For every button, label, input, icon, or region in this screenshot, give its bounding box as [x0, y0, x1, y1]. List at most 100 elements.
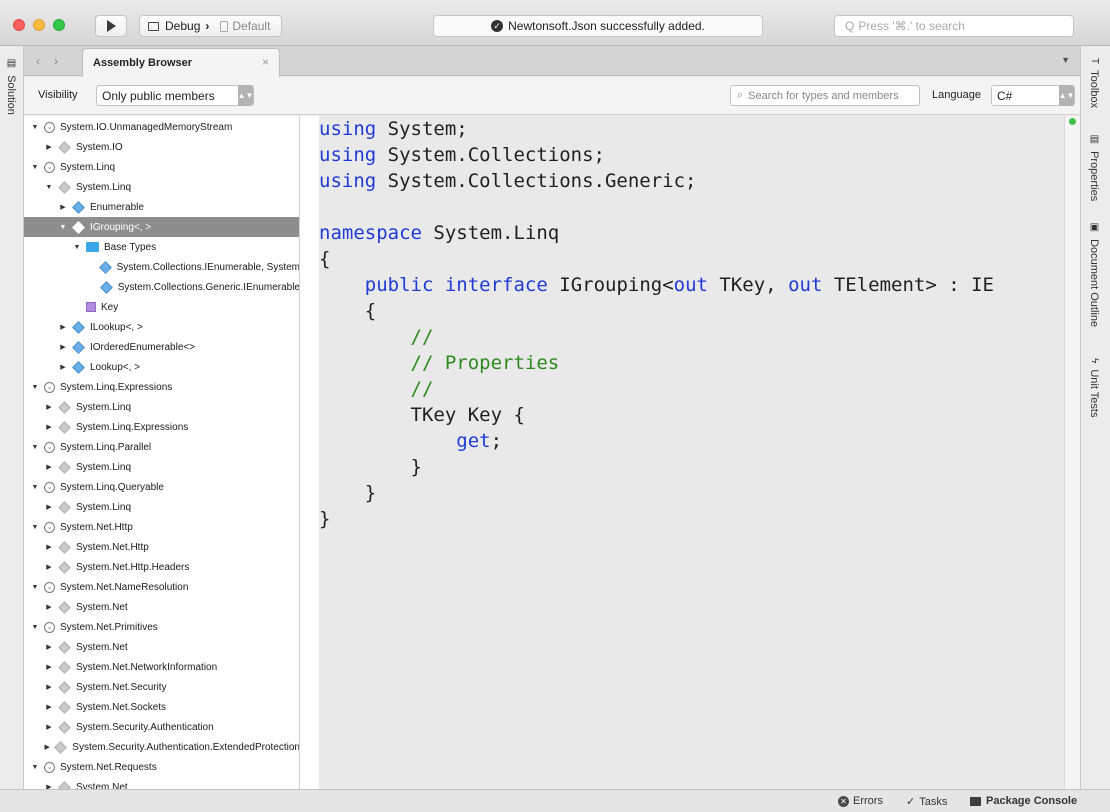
type-search-input[interactable]: ⌕ Search for types and members [730, 85, 920, 106]
document-outline-pad-tab[interactable]: ▣ Document Outline [1088, 222, 1100, 327]
collapse-arrow-icon[interactable]: ▶ [58, 203, 68, 211]
expand-arrow-icon[interactable]: ▼ [30, 524, 40, 531]
tree-item[interactable]: ▶ Enumerable [24, 197, 299, 217]
code-text: TKey, [707, 274, 789, 296]
language-value: C# [997, 88, 1013, 103]
global-search-field[interactable]: Q Press '⌘.' to search [834, 15, 1074, 37]
solution-pad-tab[interactable]: ▤ Solution [5, 58, 17, 115]
tree-item[interactable]: ▼ ⌄ System.IO.UnmanagedMemoryStream [24, 117, 299, 137]
tree-item[interactable]: ▶ System.Net.Http.Headers [24, 557, 299, 577]
properties-pad-tab[interactable]: ▤ Properties [1088, 134, 1100, 201]
toolbox-icon: T [1089, 58, 1100, 65]
tree-item[interactable]: ▼ ⌄ System.Net.Primitives [24, 617, 299, 637]
expand-arrow-icon[interactable]: ▼ [72, 244, 82, 251]
minimize-window-button[interactable] [33, 19, 45, 31]
expand-arrow-icon[interactable]: ▼ [30, 764, 40, 771]
expand-arrow-icon[interactable]: ▼ [44, 184, 54, 191]
package-console-button[interactable]: Package Console [970, 795, 1077, 807]
tree-item[interactable]: ▶ System.Net [24, 777, 299, 789]
document-outline-pad-label: Document Outline [1088, 239, 1100, 328]
expand-arrow-icon[interactable]: ▼ [30, 164, 40, 171]
collapse-arrow-icon[interactable]: ▶ [58, 323, 68, 331]
run-button[interactable] [95, 15, 127, 37]
tree-item[interactable]: System.Collections.IEnumerable, System [24, 257, 299, 277]
collapse-arrow-icon[interactable]: ▶ [44, 703, 54, 711]
tree-item[interactable]: ▼ ⌄ System.Net.Requests [24, 757, 299, 777]
tree-item[interactable]: Key [24, 297, 299, 317]
tree-item[interactable]: ▶ ILookup<, > [24, 317, 299, 337]
tab-overflow-chevron-icon[interactable]: ▼ [1061, 55, 1070, 65]
collapse-arrow-icon[interactable]: ▶ [44, 563, 54, 571]
expand-arrow-icon[interactable]: ▼ [30, 384, 40, 391]
tree-item[interactable]: ▼ ⌄ System.Net.Http [24, 517, 299, 537]
tree-item[interactable]: ▼ Base Types [24, 237, 299, 257]
tree-item[interactable]: System.Collections.Generic.IEnumerable [24, 277, 299, 297]
tab-assembly-browser[interactable]: Assembly Browser × [82, 48, 280, 77]
close-tab-icon[interactable]: × [262, 55, 269, 69]
collapse-arrow-icon[interactable]: ▶ [44, 683, 54, 691]
namespace-icon [58, 660, 71, 674]
maximize-window-button[interactable] [53, 19, 65, 31]
collapse-arrow-icon[interactable]: ▶ [44, 603, 54, 611]
tree-item[interactable]: ▼ ⌄ System.Linq [24, 157, 299, 177]
code-line: public interface IGrouping<out TKey, out… [319, 272, 994, 298]
tree-item[interactable]: ▶ System.Net.Http [24, 537, 299, 557]
tasks-button[interactable]: ✓ Tasks [906, 795, 947, 809]
errors-button[interactable]: ✕ Errors [838, 795, 883, 807]
tree-item[interactable]: ▶ IOrderedEnumerable<> [24, 337, 299, 357]
namespace-icon [58, 560, 71, 574]
visibility-dropdown[interactable]: Only public members ▲▼ [96, 85, 254, 106]
tree-item[interactable]: ▶ System.Linq [24, 397, 299, 417]
expand-arrow-icon[interactable]: ▼ [30, 124, 40, 131]
unit-tests-pad-tab[interactable]: ϟ Unit Tests [1088, 358, 1100, 417]
tree-item[interactable]: ▶ System.Security.Authentication.Extended… [24, 737, 299, 757]
tree-item[interactable]: ▼ ⌄ System.Linq.Expressions [24, 377, 299, 397]
tree-item[interactable]: ▼ IGrouping<, > [24, 217, 299, 237]
collapse-arrow-icon[interactable]: ▶ [44, 643, 54, 651]
collapse-arrow-icon[interactable]: ▶ [44, 423, 54, 431]
expand-arrow-icon[interactable]: ▼ [30, 584, 40, 591]
tree-item[interactable]: ▶ System.Net.NetworkInformation [24, 657, 299, 677]
code-comment: // [410, 326, 434, 348]
language-dropdown[interactable]: C# ▲▼ [991, 85, 1075, 106]
collapse-arrow-icon[interactable]: ▶ [44, 543, 54, 551]
collapse-arrow-icon[interactable]: ▶ [44, 503, 54, 511]
collapse-arrow-icon[interactable]: ▶ [44, 743, 50, 751]
collapse-arrow-icon[interactable]: ▶ [58, 343, 68, 351]
collapse-arrow-icon[interactable]: ▶ [58, 363, 68, 371]
visibility-label: Visibility [38, 89, 78, 101]
tree-item[interactable]: ▼ ⌄ System.Net.NameResolution [24, 577, 299, 597]
tree-item[interactable]: ▶ System.Linq [24, 457, 299, 477]
close-window-button[interactable] [13, 19, 25, 31]
tree-item[interactable]: ▼ System.Linq [24, 177, 299, 197]
tree-item[interactable]: ▶ System.Net [24, 597, 299, 617]
tree-item[interactable]: ▼ ⌄ System.Linq.Parallel [24, 437, 299, 457]
tree-item[interactable]: ▶ System.Net.Sockets [24, 697, 299, 717]
expand-arrow-icon[interactable]: ▼ [30, 444, 40, 451]
tree-item[interactable]: ▶ System.Linq [24, 497, 299, 517]
assembly-tree[interactable]: ▼ ⌄ System.IO.UnmanagedMemoryStream ▶ System… [24, 116, 300, 789]
code-editor[interactable]: using System; using System.Collections; us… [319, 116, 1064, 789]
namespace-icon [58, 540, 71, 554]
tree-item[interactable]: ▶ System.Net.Security [24, 677, 299, 697]
tree-item[interactable]: ▶ System.Linq.Expressions [24, 417, 299, 437]
assembly-icon: ⌄ [44, 121, 55, 133]
collapse-arrow-icon[interactable]: ▶ [44, 403, 54, 411]
expand-arrow-icon[interactable]: ▼ [30, 624, 40, 631]
tree-item[interactable]: ▶ System.Net [24, 637, 299, 657]
forward-arrow-icon[interactable]: › [54, 54, 58, 68]
toolbox-pad-tab[interactable]: T Toolbox [1088, 58, 1100, 108]
tree-item[interactable]: ▶ Lookup<, > [24, 357, 299, 377]
tree-item[interactable]: ▶ System.Security.Authentication [24, 717, 299, 737]
collapse-arrow-icon[interactable]: ▶ [44, 723, 54, 731]
configuration-selector[interactable]: Debug › Default [139, 15, 282, 37]
collapse-arrow-icon[interactable]: ▶ [44, 143, 54, 151]
tree-item[interactable]: ▼ ⌄ System.Linq.Queryable [24, 477, 299, 497]
tree-item[interactable]: ▶ System.IO [24, 137, 299, 157]
collapse-arrow-icon[interactable]: ▶ [44, 663, 54, 671]
device-icon [220, 20, 229, 32]
expand-arrow-icon[interactable]: ▼ [58, 224, 68, 231]
expand-arrow-icon[interactable]: ▼ [30, 484, 40, 491]
back-arrow-icon[interactable]: ‹ [36, 54, 40, 68]
collapse-arrow-icon[interactable]: ▶ [44, 463, 54, 471]
